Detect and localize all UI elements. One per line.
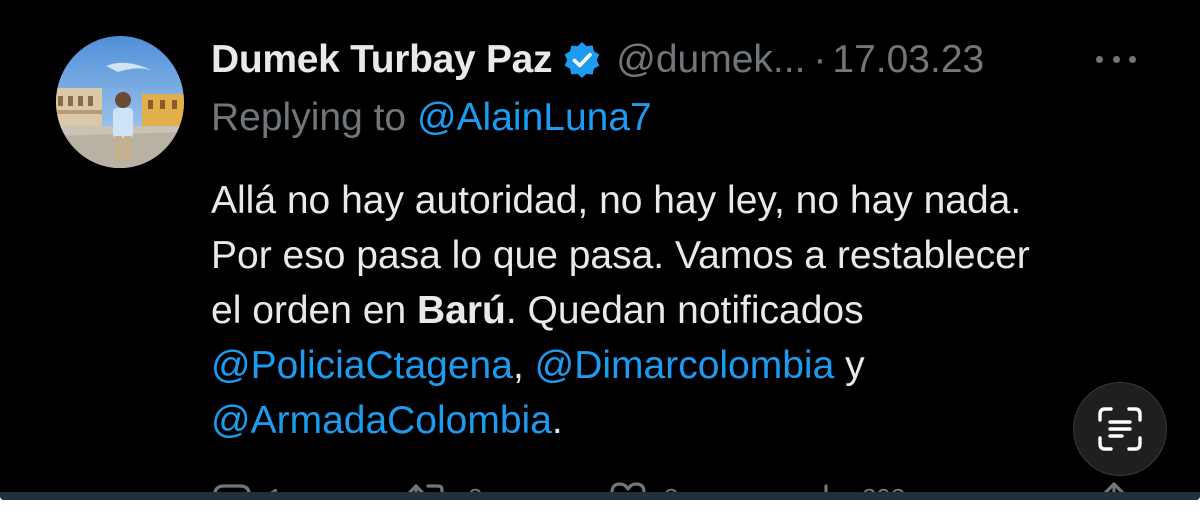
mention-dimar-link[interactable]: @Dimarcolombia [535, 344, 835, 387]
tweet-text: Allá no hay autoridad, no hay ley, no ha… [211, 173, 1161, 448]
tweet-line-3-start: el orden en [211, 289, 417, 332]
period-text: . [551, 399, 563, 442]
text-scan-button[interactable] [1073, 382, 1167, 476]
replying-to-label: Replying to [211, 96, 417, 139]
author-handle[interactable]: @dumek... [616, 38, 805, 82]
tweet-card[interactable]: Dumek Turbay Paz @dumek... · 17.03.23 Re… [0, 0, 1200, 500]
tweet-line-1: Allá no hay autoridad, no hay ley, no ha… [211, 179, 1022, 222]
tweet-line-2: Por eso pasa lo que pasa. Vamos a restab… [211, 234, 1030, 277]
reply-mention-link[interactable]: @AlainLuna7 [417, 96, 652, 139]
tweet-date[interactable]: 17.03.23 [832, 38, 984, 82]
verified-badge-icon [562, 40, 602, 80]
and-text: y [834, 344, 865, 387]
bold-place-name: Barú [417, 289, 506, 332]
replying-to: Replying to @AlainLuna7 [211, 96, 652, 140]
mention-armada-link[interactable]: @ArmadaColombia [211, 399, 552, 442]
avatar-photo [56, 36, 184, 168]
tweet-line-4: @PoliciaCtagena, @Dimarcolombia y [211, 338, 1161, 393]
text-scan-icon [1098, 407, 1142, 451]
bottom-divider [0, 492, 1200, 500]
tweet-line-3: el orden en Barú. Quedan notificados [211, 283, 1161, 338]
tweet-line-3-end: . Quedan notificados [505, 289, 864, 332]
mention-policia-link[interactable]: @PoliciaCtagena [211, 344, 513, 387]
avatar[interactable] [56, 36, 184, 168]
comma-text: , [512, 344, 535, 387]
tweet-header: Dumek Turbay Paz @dumek... · 17.03.23 [211, 30, 984, 90]
author-name[interactable]: Dumek Turbay Paz [211, 38, 553, 82]
separator-dot: · [813, 38, 827, 81]
more-dots-icon[interactable] [1096, 44, 1136, 74]
tweet-line-5: @ArmadaColombia. [211, 393, 1161, 448]
